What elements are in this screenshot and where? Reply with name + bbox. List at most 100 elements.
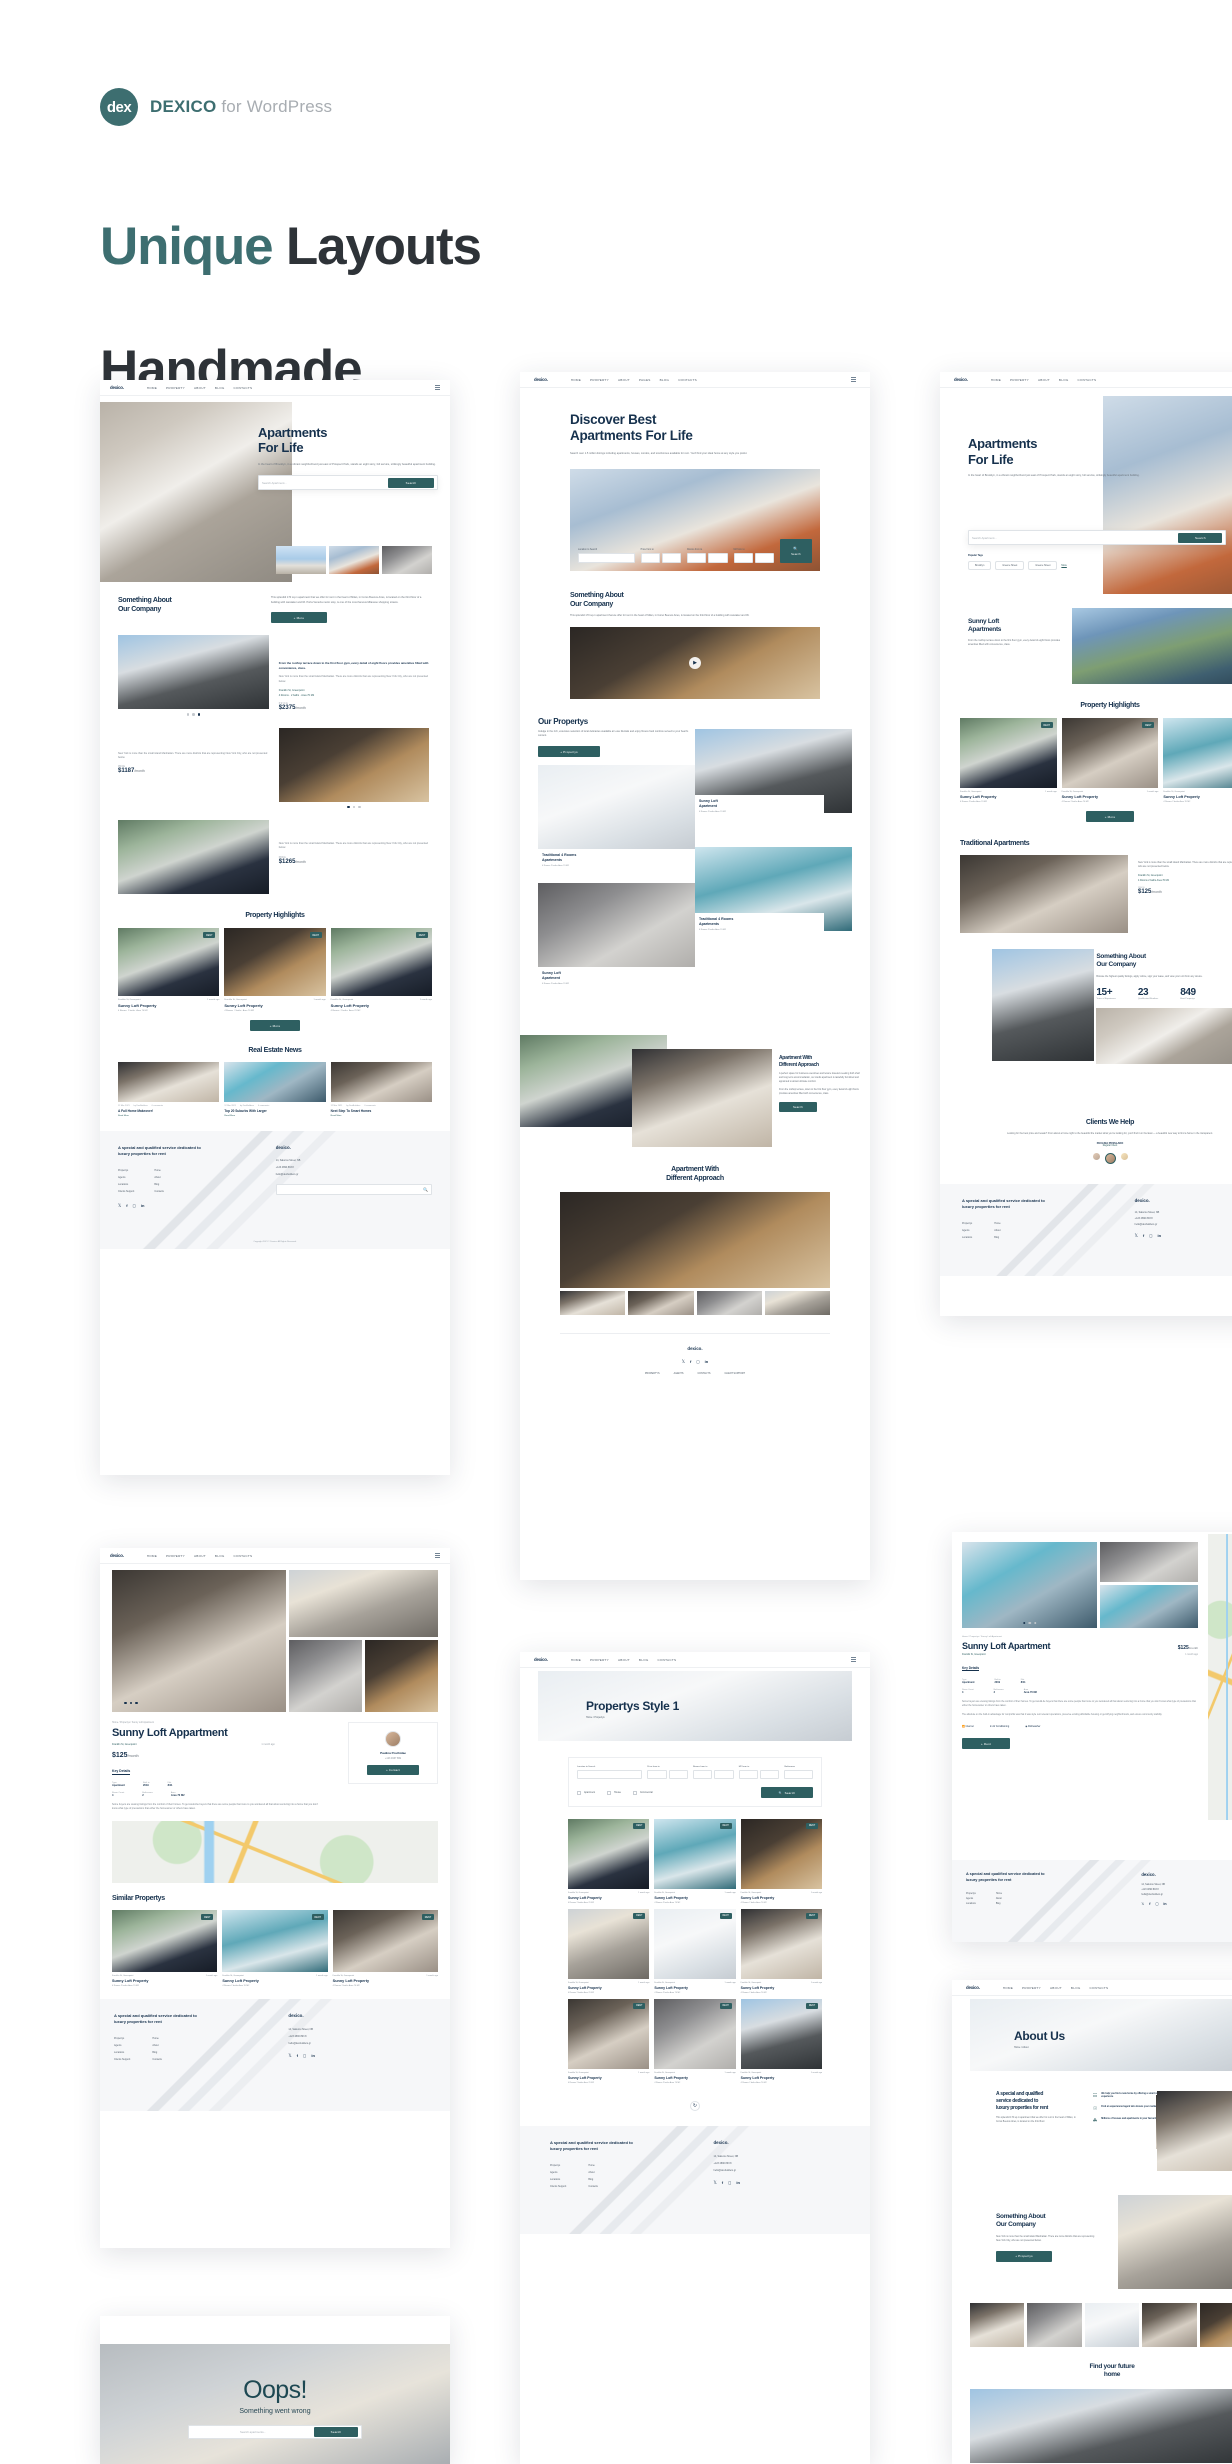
- nav-item-property[interactable]: PROPERTY: [166, 386, 185, 390]
- footer-link[interactable]: About: [588, 2171, 597, 2174]
- footer-link[interactable]: Agents: [550, 2171, 566, 2174]
- facebook-icon[interactable]: f: [126, 1203, 127, 1208]
- rooms-min-input[interactable]: [692, 1770, 713, 1779]
- twitter-icon[interactable]: 𝕏: [714, 2180, 717, 2185]
- card-title[interactable]: Sunny Loft Property: [118, 1003, 219, 1008]
- site-logo[interactable]: dexico.: [534, 377, 548, 382]
- facebook-icon[interactable]: f: [1143, 1233, 1144, 1238]
- rooms-max-input[interactable]: [708, 553, 728, 564]
- site-logo[interactable]: dexico.: [966, 1985, 980, 1990]
- location-input[interactable]: [578, 553, 635, 564]
- footer-link[interactable]: Propertys: [118, 1169, 134, 1172]
- footer-link[interactable]: Clients Support: [550, 2185, 566, 2188]
- site-logo[interactable]: dexico.: [954, 377, 968, 382]
- checkbox-house[interactable]: House: [607, 1790, 621, 1795]
- nav-item-contacts[interactable]: CONTACTS: [234, 1554, 253, 1558]
- instagram-icon[interactable]: ◻: [133, 1203, 136, 1208]
- footer-phone[interactable]: +123 4890 893 8: [1141, 1889, 1232, 1891]
- play-icon[interactable]: ▶: [689, 656, 701, 669]
- error-search-bar[interactable]: Search apartments... Search: [188, 2425, 362, 2439]
- approach2-thumb[interactable]: [628, 1290, 694, 1315]
- card-title[interactable]: Sunny Loft Property: [654, 2076, 735, 2080]
- footer-link[interactable]: Home: [152, 2037, 161, 2040]
- nav-item-contacts[interactable]: CONTACTS: [1078, 378, 1097, 382]
- footer-link[interactable]: Agents: [966, 1898, 976, 1900]
- footer-link[interactable]: Locations: [966, 1903, 976, 1905]
- footer-email[interactable]: hello@dexbuilders.gr: [714, 2169, 841, 2172]
- newsletter-input[interactable]: 🔍: [275, 1184, 432, 1196]
- tags-more-link[interactable]: More: [1061, 564, 1066, 567]
- news-title[interactable]: Next Step To Smart Homes: [331, 1109, 432, 1113]
- nav-item-about[interactable]: ABOUT: [1050, 1986, 1062, 1990]
- card-title[interactable]: Sunny Loft Property: [960, 795, 1057, 799]
- facebook-icon[interactable]: f: [690, 1359, 691, 1364]
- footer-email[interactable]: hello@dexbuilders.gr: [276, 1173, 432, 1176]
- checkbox-icon[interactable]: [632, 1790, 637, 1795]
- propertys-button[interactable]: + Propertys: [538, 746, 600, 758]
- instagram-icon[interactable]: ◻: [1149, 1233, 1152, 1238]
- social-links[interactable]: 𝕏 f ◻ in: [288, 2053, 436, 2058]
- card-title[interactable]: Sunny Loft Property: [741, 2076, 822, 2080]
- footer-link[interactable]: Blog: [994, 1236, 1000, 1239]
- tag-chip[interactable]: Brooklyn: [968, 561, 992, 570]
- property-card[interactable]: Traditional 4 Rooms Apartments 4 Rooms 2…: [538, 765, 695, 873]
- search-button[interactable]: 🔍 Search: [780, 539, 812, 564]
- linkedin-icon[interactable]: in: [141, 1203, 145, 1208]
- nav-item-blog[interactable]: BLOG: [639, 1658, 649, 1662]
- site-nav[interactable]: dexico. HOME PROPERTY ABOUT BLOG CONTACT…: [952, 1980, 1232, 1996]
- nav-item-contacts[interactable]: CONTACTS: [1090, 1986, 1109, 1990]
- property-card[interactable]: RENT Franklin St, Greenpoint1 month ago …: [960, 718, 1057, 803]
- nav-item-blog[interactable]: BLOG: [1071, 1986, 1081, 1990]
- nav-item-blog[interactable]: BLOG: [215, 1554, 225, 1558]
- gallery-thumb[interactable]: [1100, 1584, 1198, 1628]
- card-title[interactable]: Sunny Loft Property: [222, 1979, 327, 1983]
- card-title[interactable]: Sunny Loft Property: [741, 1896, 822, 1900]
- property-card[interactable]: RENT Franklin St, Greenpoint1 month ago …: [568, 1999, 650, 2084]
- twitter-icon[interactable]: 𝕏: [682, 1359, 685, 1364]
- nav-item-blog[interactable]: BLOG: [660, 378, 670, 382]
- card-title[interactable]: Sunny Loft Property: [1062, 795, 1159, 799]
- more-button[interactable]: + More: [1086, 811, 1134, 822]
- footer-email[interactable]: hello@dexbuilders.gr: [288, 2042, 436, 2045]
- read-more-link[interactable]: Read More: [331, 1115, 432, 1117]
- approach2-thumb[interactable]: [696, 1290, 762, 1315]
- footer-link[interactable]: Propertys: [114, 2037, 130, 2040]
- site-nav[interactable]: dexico. HOME PROPERTY ABOUT BLOG CONTACT…: [100, 1548, 450, 1564]
- nav-item-contacts[interactable]: CONTACTS: [678, 378, 697, 382]
- footer-link[interactable]: Agents: [962, 1229, 972, 1232]
- gallery-thumb[interactable]: [1027, 2303, 1082, 2347]
- footer-link[interactable]: AGENTS: [674, 1372, 684, 1375]
- property-card[interactable]: RENT Franklin St, Greenpoint1 month ago …: [740, 1909, 822, 1994]
- card-title[interactable]: Sunny Loft Property: [568, 2076, 649, 2080]
- linkedin-icon[interactable]: in: [1163, 1902, 1166, 1906]
- hamburger-icon[interactable]: [851, 1657, 856, 1662]
- more-button[interactable]: + More: [250, 1020, 300, 1032]
- facebook-icon[interactable]: f: [722, 2180, 723, 2185]
- property-card[interactable]: RENT Franklin St, Greenpoint1 month ago …: [332, 1910, 438, 1987]
- mockup-home-two[interactable]: dexico. HOME PROPERTY ABOUT PAGES BLOG C…: [520, 372, 870, 1580]
- nav-item-about[interactable]: ABOUT: [1038, 378, 1050, 382]
- gallery-thumb[interactable]: [1199, 2303, 1232, 2347]
- card-title[interactable]: Sunny Loft Property: [112, 1979, 217, 1983]
- nav-item-about[interactable]: ABOUT: [194, 386, 206, 390]
- filter-panel[interactable]: Location to Search Price from to Rooms f…: [568, 1757, 822, 1807]
- site-logo[interactable]: dexico.: [110, 1553, 124, 1558]
- news-title[interactable]: A Full Home Makeover!: [118, 1109, 219, 1113]
- property-card[interactable]: RENT Franklin St, Greenpoint1 month ago …: [1163, 718, 1232, 803]
- property-card[interactable]: RENT Franklin St, Greenpoint1 month ago …: [222, 1910, 328, 1987]
- m2-max-input[interactable]: [760, 1770, 780, 1779]
- avatar[interactable]: [1092, 1153, 1100, 1161]
- site-nav[interactable]: dexico. HOME PROPERTY ABOUT BLOG CONTACT…: [100, 380, 450, 396]
- approach2-thumb[interactable]: [764, 1290, 830, 1315]
- hamburger-icon[interactable]: [851, 377, 856, 382]
- card-title[interactable]: Sunny Loft Property: [654, 1896, 735, 1900]
- card-title[interactable]: Sunny Loft Property: [331, 1003, 432, 1008]
- m2-min-input[interactable]: [733, 553, 753, 564]
- thumb-1[interactable]: [276, 546, 326, 574]
- nav-item-contacts[interactable]: CONTACTS: [234, 386, 253, 390]
- mockup-home-one[interactable]: dexico. HOME PROPERTY ABOUT BLOG CONTACT…: [100, 380, 450, 1475]
- footer-link[interactable]: Blog: [154, 1183, 163, 1186]
- rooms-max-input[interactable]: [714, 1770, 734, 1779]
- nav-item-about[interactable]: ABOUT: [618, 1658, 630, 1662]
- mockup-property-map[interactable]: Home / Propertys / Sunny Loft Apartment …: [952, 1532, 1232, 1942]
